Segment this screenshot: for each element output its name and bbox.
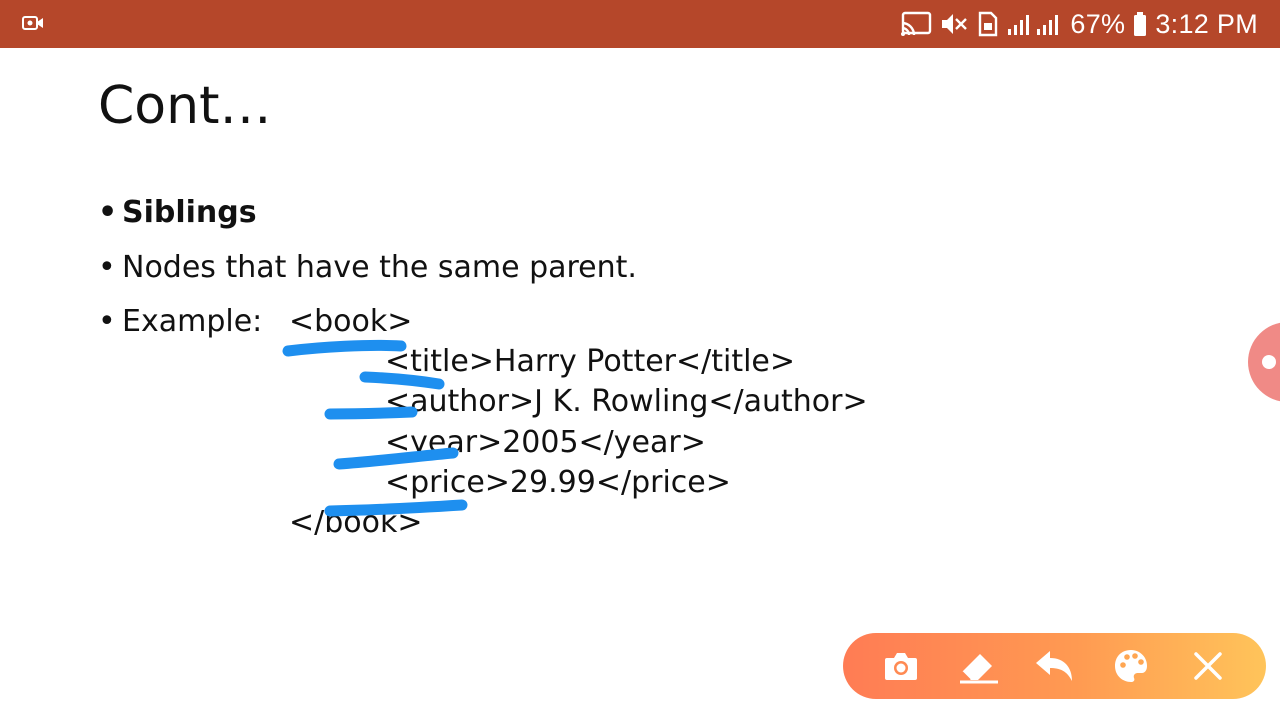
slide-title: Cont… [98,76,272,136]
code-line-author: <author>J K. Rowling</author> [385,384,868,419]
handle-dot [1262,355,1276,369]
screenshot-button[interactable] [876,641,926,691]
camera-icon [885,653,918,680]
code-line-book-close: </book> [289,505,423,540]
bullet-dot: • [98,195,118,230]
code-line-price: <price>29.99</price> [385,465,731,500]
bullet-text: Nodes that have the same parent. [122,250,637,285]
status-icons: 67% 3:12 PM [900,0,1258,48]
status-bar: 67% 3:12 PM [0,0,1280,48]
bullet-example: • Example: [98,304,262,339]
cast-icon [901,11,932,36]
palette-icon [1115,650,1148,682]
annotation-toolbar [843,633,1266,699]
close-icon [1193,652,1222,680]
undo-icon [1036,651,1073,681]
code-line-book-open: <book> [289,304,413,339]
clock: 3:12 PM [1155,8,1258,39]
battery-icon [1134,12,1147,36]
bullet-text: Example: [122,304,263,339]
code-line-year: <year>2005</year> [385,425,706,460]
battery-percent: 67% [1070,8,1126,39]
eraser-icon [959,654,998,684]
bullet-dot: • [98,250,116,285]
color-button[interactable] [1106,641,1156,691]
eraser-button[interactable] [953,641,1003,691]
bullet-siblings: • Siblings [98,195,257,230]
undo-button[interactable] [1029,641,1079,691]
signal-icon [1008,15,1059,35]
screen-recorder-icon [22,16,43,30]
bullet-text: Siblings [122,195,257,230]
code-line-title: <title>Harry Potter</title> [385,344,796,379]
floating-handle[interactable] [1248,322,1280,402]
close-button[interactable] [1183,641,1233,691]
sim-icon [979,11,998,37]
bullet-dot: • [98,304,116,339]
mute-icon [942,14,968,34]
bullet-definition: • Nodes that have the same parent. [98,250,637,285]
